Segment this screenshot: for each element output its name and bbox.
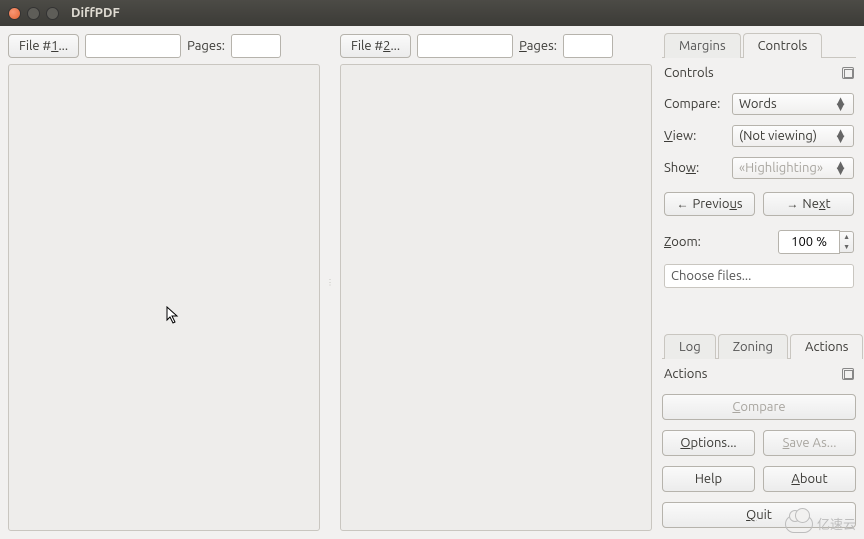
next-button[interactable]: → Next xyxy=(763,192,854,216)
sidebar: Margins Controls Controls Compare: Words… xyxy=(658,26,864,539)
view-select[interactable]: (Not viewing) ▲▼ xyxy=(732,125,854,147)
arrow-right-icon: → xyxy=(786,197,798,211)
file2-pages-input[interactable] xyxy=(563,34,613,58)
spinner-arrows-icon: ▲▼ xyxy=(834,98,847,110)
tab-log[interactable]: Log xyxy=(664,334,716,359)
show-value: «Highlighting» xyxy=(739,161,823,175)
close-window-button[interactable] xyxy=(8,7,21,20)
compare-label: Compare: xyxy=(664,97,726,111)
zoom-spinner[interactable]: ▲▼ xyxy=(840,231,854,253)
show-select: «Highlighting» ▲▼ xyxy=(732,157,854,179)
about-button[interactable]: About xyxy=(763,466,856,492)
window-buttons xyxy=(8,7,59,20)
top-tabs: Margins Controls xyxy=(662,32,856,58)
viewer-2 xyxy=(340,64,652,531)
tab-actions[interactable]: Actions xyxy=(790,334,863,359)
file1-pages-label: Pages: xyxy=(187,39,225,53)
titlebar: DiffPDF xyxy=(0,0,864,26)
splitter-handle[interactable]: ⋮ xyxy=(328,34,332,531)
pane-file1: File #1... Pages: xyxy=(8,34,320,531)
arrow-left-icon: ← xyxy=(676,197,688,211)
show-label: Show: xyxy=(664,161,726,175)
view-value: (Not viewing) xyxy=(739,129,817,143)
file2-name-input[interactable] xyxy=(417,34,513,58)
window-title: DiffPDF xyxy=(71,6,120,20)
file1-name-input[interactable] xyxy=(85,34,181,58)
main-area: File #1... Pages: ⋮ File #2... Pages: xyxy=(0,26,658,539)
file1-pages-input[interactable] xyxy=(231,34,281,58)
options-button[interactable]: Options... xyxy=(662,430,755,456)
zoom-label: Zoom: xyxy=(664,235,701,249)
spinner-arrows-icon: ▲▼ xyxy=(834,130,847,142)
previous-button[interactable]: ← Previous xyxy=(664,192,755,216)
bottom-tabs: Log Zoning Actions xyxy=(662,333,856,359)
chevron-down-icon[interactable]: ▼ xyxy=(840,242,853,252)
view-label: View: xyxy=(664,129,726,143)
spinner-arrows-icon: ▲▼ xyxy=(834,162,847,174)
help-button[interactable]: Help xyxy=(662,466,755,492)
compare-value: Words xyxy=(739,97,777,111)
viewer-1 xyxy=(8,64,320,531)
save-as-button: Save As... xyxy=(763,430,856,456)
compare-button: Compare xyxy=(662,394,856,420)
pane-file2: File #2... Pages: xyxy=(340,34,652,531)
compare-select[interactable]: Words ▲▼ xyxy=(732,93,854,115)
quit-button[interactable]: Quit xyxy=(662,502,856,528)
minimize-window-button[interactable] xyxy=(27,7,40,20)
status-text: Choose files... xyxy=(664,264,854,288)
maximize-window-button[interactable] xyxy=(46,7,59,20)
tab-controls[interactable]: Controls xyxy=(743,33,823,58)
file2-button[interactable]: File #2... xyxy=(340,34,411,58)
detach-actions-icon[interactable] xyxy=(842,368,854,380)
cursor-pointer-icon xyxy=(166,306,180,328)
zoom-input[interactable] xyxy=(778,230,840,254)
chevron-up-icon[interactable]: ▲ xyxy=(840,232,853,242)
file1-button[interactable]: File #1... xyxy=(8,34,79,58)
tab-margins[interactable]: Margins xyxy=(664,33,741,58)
tab-zoning[interactable]: Zoning xyxy=(718,334,788,359)
file2-pages-label: Pages: xyxy=(519,39,557,53)
controls-panel-title: Controls xyxy=(664,66,714,80)
detach-controls-icon[interactable] xyxy=(842,67,854,79)
actions-panel-title: Actions xyxy=(664,367,707,381)
